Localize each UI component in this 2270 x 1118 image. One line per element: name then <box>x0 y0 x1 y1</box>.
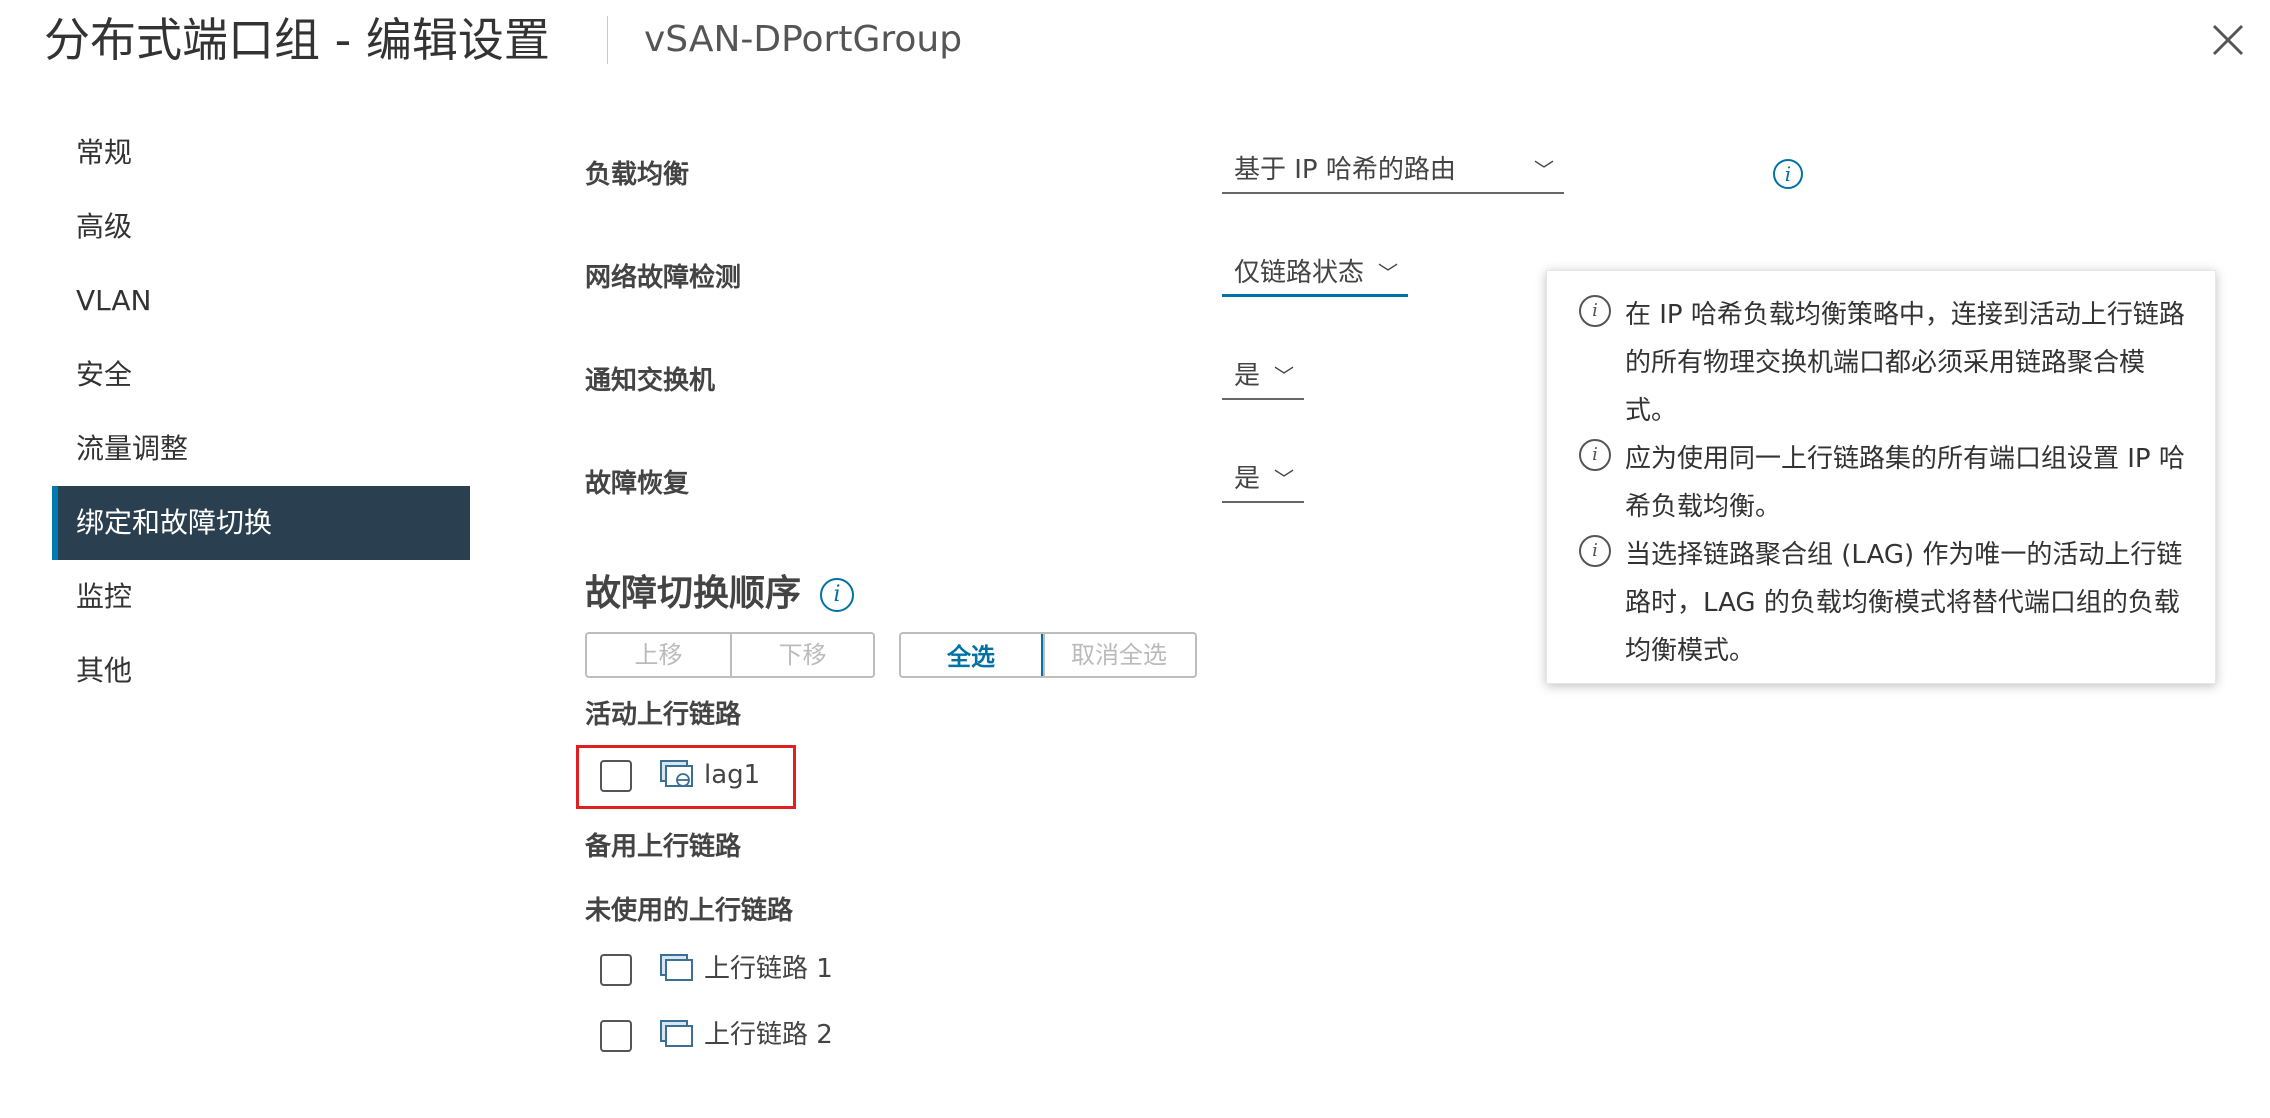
info-icon[interactable]: i <box>1773 159 1803 189</box>
failover-order-title: 故障切换顺序 <box>585 573 802 614</box>
uplink-checkbox[interactable] <box>600 1020 632 1052</box>
info-icon: i <box>1579 535 1611 567</box>
chevron-down-icon: ﹀ <box>1378 261 1398 285</box>
sidebar-item-traffic-shaping[interactable]: 流量调整 <box>52 412 470 486</box>
close-icon <box>2212 24 2244 56</box>
info-icon: i <box>1579 439 1611 471</box>
sidebar-item-security[interactable]: 安全 <box>52 338 470 412</box>
uplink-name: lag1 <box>704 760 761 790</box>
load-balancing-select[interactable]: 基于 IP 哈希的路由 ﹀ <box>1222 150 1564 194</box>
dialog-title: 分布式端口组 - 编辑设置 <box>44 13 550 67</box>
select-button-group: 全选 取消全选 <box>899 632 1197 678</box>
chevron-down-icon: ﹀ <box>1274 467 1294 491</box>
failure-detection-value: 仅链路状态 <box>1234 258 1365 288</box>
title-divider <box>607 16 608 64</box>
chevron-down-icon: ﹀ <box>1534 158 1554 182</box>
settings-sidebar: 常规 高级 VLAN 安全 流量调整 绑定和故障切换 监控 其他 <box>52 116 470 708</box>
lag-icon <box>660 760 693 787</box>
close-button[interactable] <box>2206 18 2250 62</box>
port-group-name: vSAN-DPortGroup <box>644 19 963 60</box>
move-button-group: 上移 下移 <box>585 632 875 678</box>
sidebar-item-monitoring[interactable]: 监控 <box>52 560 470 634</box>
load-balancing-label: 负载均衡 <box>585 160 690 190</box>
sidebar-item-general[interactable]: 常规 <box>52 116 470 190</box>
uplink-icon <box>660 1020 693 1047</box>
select-all-button[interactable]: 全选 <box>901 634 1043 676</box>
info-icon: i <box>1579 295 1611 327</box>
load-balancing-info-popover: i 在 IP 哈希负载均衡策略中，连接到活动上行链路的所有物理交换机端口都必须采… <box>1546 270 2216 684</box>
uplink-name: 上行链路 1 <box>704 954 833 984</box>
standby-uplinks-label: 备用上行链路 <box>585 832 742 862</box>
failback-label: 故障恢复 <box>585 469 690 499</box>
load-balancing-value: 基于 IP 哈希的路由 <box>1234 155 1456 185</box>
failback-value: 是 <box>1234 464 1261 494</box>
unused-uplinks-label: 未使用的上行链路 <box>585 896 794 926</box>
sidebar-item-advanced[interactable]: 高级 <box>52 190 470 264</box>
dialog-header: 分布式端口组 - 编辑设置 vSAN-DPortGroup <box>0 0 2270 80</box>
info-note-text: 应为使用同一上行链路集的所有端口组设置 IP 哈希负载均衡。 <box>1625 444 2185 522</box>
uplink-name: 上行链路 2 <box>704 1020 833 1050</box>
uplink-checkbox[interactable] <box>600 954 632 986</box>
failback-select[interactable]: 是 ﹀ <box>1222 459 1304 503</box>
info-icon[interactable]: i <box>820 578 854 612</box>
sidebar-item-teaming-failover[interactable]: 绑定和故障切换 <box>52 486 470 560</box>
chevron-down-icon: ﹀ <box>1274 364 1294 388</box>
uplink-checkbox[interactable] <box>600 760 632 792</box>
notify-switches-label: 通知交换机 <box>585 366 716 396</box>
sidebar-item-vlan[interactable]: VLAN <box>52 264 470 338</box>
notify-switches-value: 是 <box>1234 361 1261 391</box>
sidebar-item-misc[interactable]: 其他 <box>52 634 470 708</box>
failure-detection-label: 网络故障检测 <box>585 263 742 293</box>
info-note-text: 在 IP 哈希负载均衡策略中，连接到活动上行链路的所有物理交换机端口都必须采用链… <box>1625 300 2185 426</box>
failure-detection-select[interactable]: 仅链路状态 ﹀ <box>1222 253 1408 297</box>
notify-switches-select[interactable]: 是 ﹀ <box>1222 356 1304 400</box>
active-uplinks-label: 活动上行链路 <box>585 700 742 730</box>
deselect-all-button[interactable]: 取消全选 <box>1043 634 1193 676</box>
move-up-button[interactable]: 上移 <box>587 634 730 676</box>
move-down-button[interactable]: 下移 <box>730 634 873 676</box>
info-note-text: 当选择链路聚合组 (LAG) 作为唯一的活动上行链路时，LAG 的负载均衡模式将… <box>1625 540 2183 666</box>
uplink-icon <box>660 954 693 981</box>
